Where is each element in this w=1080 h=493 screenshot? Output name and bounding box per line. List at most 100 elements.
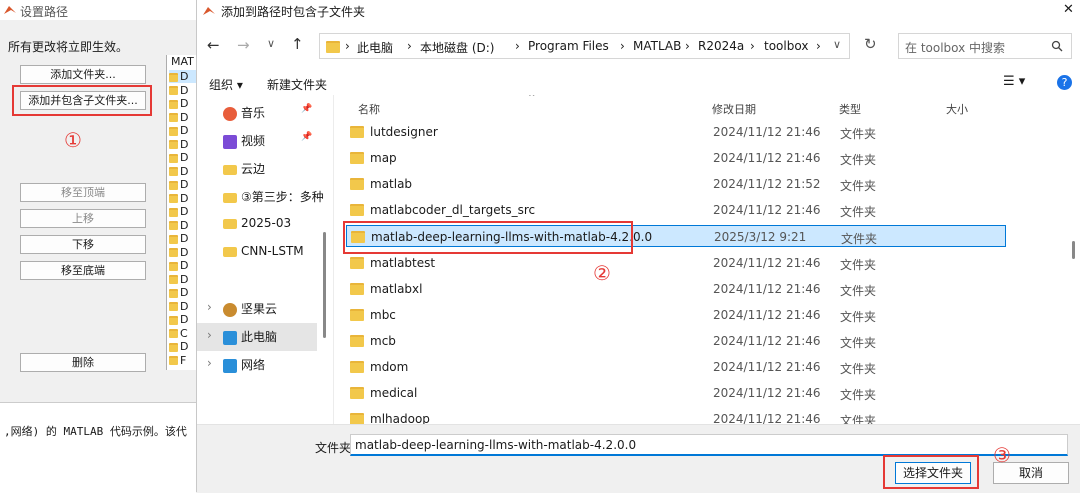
folder-icon: [350, 387, 364, 399]
file-list-scrollbar[interactable]: [1072, 241, 1075, 259]
nav-item-8[interactable]: › 网络: [207, 356, 265, 373]
move-bottom-button[interactable]: 移至底端: [20, 261, 146, 280]
recent-chevron-icon[interactable]: ∨: [267, 37, 275, 50]
file-row[interactable]: mlhadoop 2024/11/12 21:46 文件夹: [346, 408, 1006, 424]
folder-icon: [169, 221, 178, 230]
up-arrow-icon[interactable]: ↑: [291, 35, 304, 53]
file-row[interactable]: mdom 2024/11/12 21:46 文件夹: [346, 356, 1006, 378]
file-row[interactable]: matlabxl 2024/11/12 21:46 文件夹: [346, 278, 1006, 300]
view-options-icon[interactable]: ☰ ▾: [1003, 74, 1025, 89]
path-list-item[interactable]: D: [169, 165, 188, 178]
help-icon[interactable]: ?: [1057, 75, 1072, 90]
path-list-item-label: D: [180, 191, 189, 205]
pin-icon[interactable]: 📌: [301, 104, 312, 114]
path-list-item[interactable]: D: [169, 124, 188, 137]
file-name: matlab: [370, 177, 413, 192]
column-type[interactable]: 类型: [839, 101, 861, 117]
path-list-item[interactable]: D: [169, 246, 188, 259]
file-row[interactable]: lutdesigner 2024/11/12 21:46 文件夹: [346, 121, 1006, 143]
nav-item-2[interactable]: 云边: [223, 160, 265, 177]
folder-icon: [350, 178, 364, 191]
organize-menu[interactable]: 组织 ▾: [209, 76, 243, 93]
expand-chevron-icon[interactable]: ›: [207, 328, 212, 342]
folder-icon: [169, 180, 178, 190]
file-row[interactable]: medical 2024/11/12 21:46 文件夹: [346, 382, 1006, 404]
address-bar[interactable]: › 此电脑 › 本地磁盘 (D:) › Program Files › MATL…: [319, 33, 850, 59]
folder-field[interactable]: matlab-deep-learning-llms-with-matlab-4.…: [350, 434, 1068, 456]
refresh-icon[interactable]: ↻: [864, 35, 877, 53]
file-row[interactable]: mbc 2024/11/12 21:46 文件夹: [346, 304, 1006, 326]
path-list-item[interactable]: D: [169, 70, 197, 83]
file-row[interactable]: mcb 2024/11/12 21:46 文件夹: [346, 330, 1006, 352]
file-row[interactable]: matlab 2024/11/12 21:52 文件夹: [346, 173, 1006, 195]
path-list-item[interactable]: D: [169, 273, 188, 286]
path-list-item[interactable]: D: [169, 97, 188, 110]
column-size[interactable]: 大小: [946, 101, 968, 117]
path-list-item-label: D: [180, 245, 189, 259]
file-name: matlabxl: [370, 281, 423, 296]
close-icon[interactable]: ✕: [1063, 2, 1074, 17]
crumb-program-files[interactable]: Program Files: [528, 39, 609, 53]
add-folder-button[interactable]: 添加文件夹...: [20, 65, 146, 84]
path-list-item[interactable]: D: [169, 84, 188, 97]
path-list-item[interactable]: D: [169, 111, 188, 124]
path-list-item[interactable]: D: [169, 138, 188, 151]
path-list-item[interactable]: D: [169, 340, 188, 353]
path-list-item[interactable]: D: [169, 300, 188, 313]
expand-chevron-icon[interactable]: ›: [207, 356, 212, 370]
file-row[interactable]: matlabcoder_dl_targets_src 2024/11/12 21:…: [346, 199, 1006, 221]
new-folder-button[interactable]: 新建文件夹: [267, 76, 327, 93]
crumb-this-pc[interactable]: 此电脑: [357, 39, 393, 56]
path-list-item[interactable]: D: [169, 192, 188, 205]
move-down-button[interactable]: 下移: [20, 235, 146, 254]
pin-icon[interactable]: 📌: [301, 132, 312, 142]
folder-icon: [169, 342, 178, 352]
path-list-item[interactable]: D: [169, 232, 188, 245]
nav-item-4[interactable]: 2025-03: [223, 216, 291, 230]
path-list-item[interactable]: D: [169, 205, 188, 218]
forward-arrow-icon[interactable]: →: [237, 36, 250, 54]
delete-button[interactable]: 删除: [20, 353, 146, 372]
nav-item-0[interactable]: 音乐 📌: [223, 104, 312, 121]
nav-item-1[interactable]: 视频 📌: [223, 132, 312, 149]
path-list-item[interactable]: D: [169, 286, 188, 299]
file-date: 2024/11/12 21:46: [713, 386, 821, 400]
path-list-item[interactable]: D: [169, 219, 188, 232]
file-row[interactable]: matlabtest 2024/11/12 21:46 文件夹: [346, 252, 1006, 274]
path-list-item[interactable]: D: [169, 151, 188, 164]
file-name: mcb: [370, 333, 396, 348]
file-name: mdom: [370, 359, 409, 374]
crumb-r2024a[interactable]: R2024a: [698, 39, 744, 53]
expand-chevron-icon[interactable]: ›: [207, 300, 212, 314]
move-up-button[interactable]: 上移: [20, 209, 146, 228]
crumb-sep: ›: [685, 39, 690, 53]
back-arrow-icon[interactable]: ←: [207, 36, 220, 54]
search-input[interactable]: 在 toolbox 中搜索: [905, 39, 1005, 56]
path-list[interactable]: MAT DDDDDDDDDDDDDDDDDDDCDF: [166, 55, 197, 370]
file-name: map: [370, 151, 397, 166]
folder-icon: [169, 329, 178, 338]
nav-item-7[interactable]: › 此电脑: [207, 328, 277, 345]
move-top-button[interactable]: 移至顶端: [20, 183, 146, 202]
path-list-item[interactable]: C: [169, 327, 188, 340]
crumb-disk-d[interactable]: 本地磁盘 (D:): [420, 39, 494, 56]
path-list-item[interactable]: D: [169, 259, 188, 272]
crumb-toolbox[interactable]: toolbox: [764, 39, 808, 53]
address-dropdown-icon[interactable]: ∨: [833, 38, 841, 51]
nav-item-6[interactable]: › 坚果云: [207, 300, 277, 317]
file-name: mlhadoop: [370, 412, 430, 424]
nav-scrollbar[interactable]: [323, 232, 326, 338]
path-list-item-label: C: [180, 326, 188, 340]
crumb-matlab[interactable]: MATLAB: [633, 39, 681, 53]
nav-item-5[interactable]: CNN-LSTM: [223, 244, 304, 258]
path-list-item-label: D: [180, 178, 189, 191]
path-list-item[interactable]: D: [169, 313, 188, 326]
path-list-item[interactable]: F: [169, 354, 186, 367]
column-name[interactable]: 名称: [358, 101, 380, 117]
file-row[interactable]: map 2024/11/12 21:46 文件夹: [346, 147, 1006, 169]
path-list-item[interactable]: D: [169, 178, 188, 191]
column-date[interactable]: 修改日期: [712, 101, 756, 117]
search-box[interactable]: 在 toolbox 中搜索: [898, 33, 1072, 59]
folder-icon: [169, 72, 178, 82]
nav-item-3[interactable]: ③第三步：多种: [223, 188, 324, 205]
